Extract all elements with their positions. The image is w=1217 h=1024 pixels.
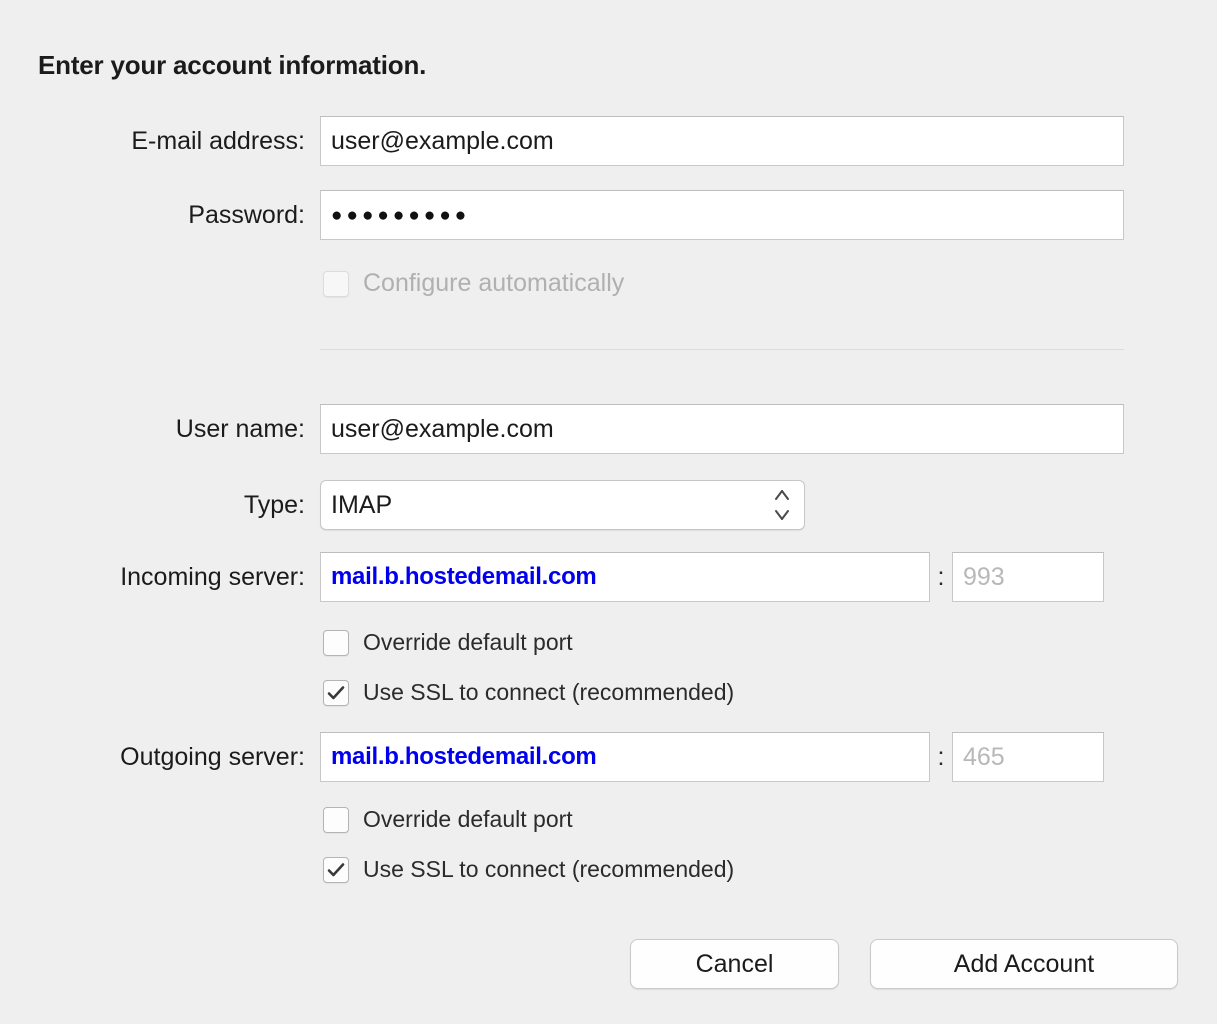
outgoing-use-ssl-label: Use SSL to connect (recommended)	[363, 856, 734, 883]
outgoing-port-colon: :	[930, 743, 952, 772]
configure-automatically-label: Configure automatically	[363, 269, 624, 298]
type-selected-value: IMAP	[331, 491, 392, 520]
section-divider	[320, 349, 1124, 350]
incoming-override-port-label: Override default port	[363, 629, 573, 656]
incoming-use-ssl-checkbox-row[interactable]: Use SSL to connect (recommended)	[323, 679, 734, 706]
email-row: E-mail address: user@example.com	[0, 116, 1124, 166]
add-account-dialog: Enter your account information. E-mail a…	[0, 0, 1217, 1024]
incoming-override-port-checkbox[interactable]	[323, 630, 349, 656]
outgoing-override-port-label: Override default port	[363, 806, 573, 833]
type-select[interactable]: IMAP	[320, 480, 805, 530]
incoming-server-row: Incoming server: mail.b.hostedemail.com …	[0, 552, 1124, 602]
outgoing-server-field[interactable]: mail.b.hostedemail.com	[320, 732, 930, 782]
outgoing-override-port-checkbox-row[interactable]: Override default port	[323, 806, 573, 833]
page-title: Enter your account information.	[38, 50, 426, 81]
incoming-use-ssl-label: Use SSL to connect (recommended)	[363, 679, 734, 706]
outgoing-use-ssl-checkbox-row[interactable]: Use SSL to connect (recommended)	[323, 856, 734, 883]
incoming-server-field[interactable]: mail.b.hostedemail.com	[320, 552, 930, 602]
cancel-button[interactable]: Cancel	[630, 939, 839, 989]
username-label: User name:	[0, 415, 305, 444]
outgoing-use-ssl-checkbox[interactable]	[323, 857, 349, 883]
outgoing-override-port-checkbox[interactable]	[323, 807, 349, 833]
password-row: Password: ●●●●●●●●●	[0, 190, 1124, 240]
incoming-server-label: Incoming server:	[0, 563, 305, 592]
configure-automatically-checkbox[interactable]	[323, 271, 349, 297]
type-label: Type:	[0, 491, 305, 520]
incoming-use-ssl-checkbox[interactable]	[323, 680, 349, 706]
outgoing-server-label: Outgoing server:	[0, 743, 305, 772]
checkmark-icon	[327, 685, 345, 701]
outgoing-port-field[interactable]: 465	[952, 732, 1104, 782]
username-row: User name: user@example.com	[0, 404, 1124, 454]
add-account-button[interactable]: Add Account	[870, 939, 1178, 989]
incoming-port-colon: :	[930, 563, 952, 592]
incoming-port-field[interactable]: 993	[952, 552, 1104, 602]
email-label: E-mail address:	[0, 127, 305, 156]
outgoing-server-row: Outgoing server: mail.b.hostedemail.com …	[0, 732, 1124, 782]
email-field[interactable]: user@example.com	[320, 116, 1124, 166]
type-row: Type: IMAP	[0, 480, 810, 530]
password-masked-value: ●●●●●●●●●	[331, 206, 470, 225]
password-field[interactable]: ●●●●●●●●●	[320, 190, 1124, 240]
username-field[interactable]: user@example.com	[320, 404, 1124, 454]
incoming-override-port-checkbox-row[interactable]: Override default port	[323, 629, 573, 656]
password-label: Password:	[0, 201, 305, 230]
chevron-updown-icon[interactable]	[774, 490, 790, 520]
checkmark-icon	[327, 862, 345, 878]
configure-automatically-checkbox-row[interactable]: Configure automatically	[323, 269, 624, 298]
